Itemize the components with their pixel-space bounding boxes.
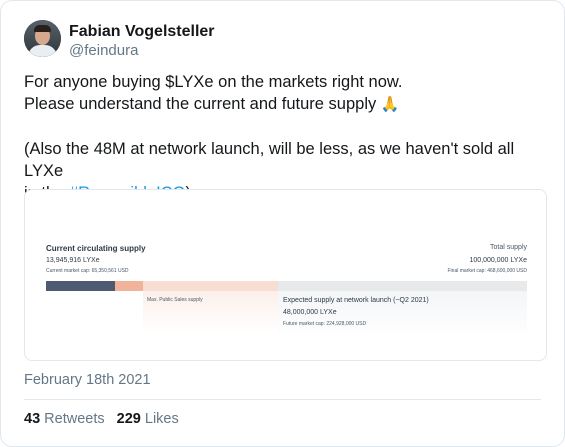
total-supply-amount: 100,000,000 LYXe	[469, 257, 527, 264]
author-name[interactable]: Fabian Vogelsteller	[69, 23, 215, 41]
tweet-text: For anyone buying $LYXe on the markets r…	[24, 71, 549, 204]
tweet-line: (Also the 48M at network launch, will be…	[24, 140, 515, 180]
retweets-count: 43	[24, 411, 41, 427]
remaining-supply-bar	[278, 281, 527, 291]
total-supply-title: Total supply	[490, 244, 527, 251]
public-sales-bar	[115, 281, 143, 291]
expected-supply-title: Expected supply at network launch (~Q2 2…	[283, 297, 429, 304]
future-market-cap: Future market cap: 224,928,000 USD	[283, 321, 367, 327]
current-supply-title: Current circulating supply	[46, 244, 146, 253]
folded-hands-emoji: 🙏	[380, 96, 400, 113]
author-handle[interactable]: @feindura	[69, 42, 138, 59]
likes-stat[interactable]: 229 Likes	[117, 411, 179, 427]
current-market-cap: Current market cap: 65,350,561 USD	[46, 268, 129, 274]
tweet-card: Fabian Vogelsteller @feindura For anyone…	[0, 0, 565, 447]
circulating-supply-bar	[46, 281, 115, 291]
tweet-line-text: Please understand the current and future…	[24, 95, 377, 113]
retweets-stat[interactable]: 43 Retweets	[24, 411, 105, 427]
tweet-stats: 43 Retweets 229 Likes	[24, 411, 187, 427]
tweet-line: For anyone buying $LYXe on the markets r…	[24, 73, 403, 91]
likes-count: 229	[116, 411, 141, 427]
expected-supply-bar	[143, 281, 278, 291]
likes-label: Likes	[144, 411, 179, 427]
tweet-line: Please understand the current and future…	[24, 93, 549, 116]
retweets-label: Retweets	[44, 411, 105, 427]
public-sales-label: Max. Public Sales supply	[147, 297, 203, 303]
expected-supply-amount: 48,000,000 LYXe	[283, 309, 337, 316]
tweet-date[interactable]: February 18th 2021	[24, 372, 151, 388]
divider	[24, 399, 541, 400]
final-market-cap: Final market cap: 468,600,000 USD	[447, 268, 528, 274]
avatar[interactable]	[24, 20, 61, 57]
supply-infographic[interactable]: Current circulating supply 13,945,916 LY…	[24, 189, 547, 361]
current-supply-amount: 13,945,916 LYXe	[46, 257, 100, 264]
